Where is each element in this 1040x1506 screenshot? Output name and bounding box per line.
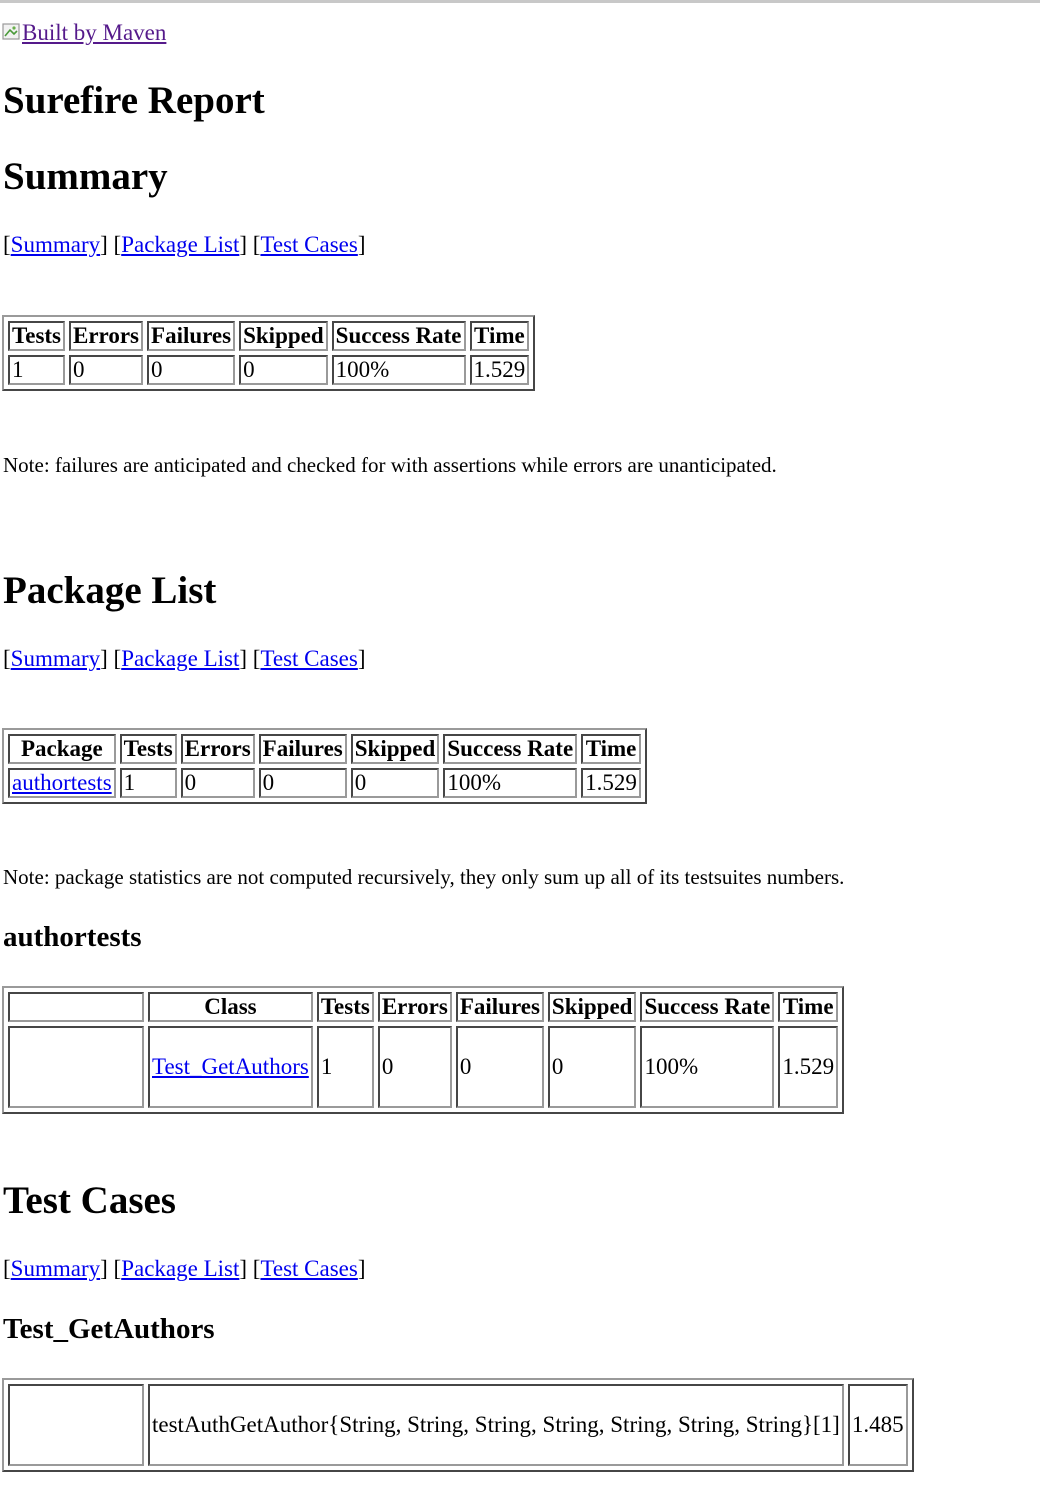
package-class-table: Class Tests Errors Failures Skipped Success R… <box>2 986 845 1114</box>
test-cases-heading: Test Cases <box>3 1179 176 1222</box>
column-header: Skipped <box>547 992 637 1022</box>
column-header: Errors <box>69 321 144 351</box>
table-cell: 1 <box>316 1026 374 1108</box>
column-header: Time <box>778 992 839 1022</box>
top-border <box>0 0 1040 3</box>
table-cell: 0 <box>547 1026 637 1108</box>
table-row: testAuthGetAuthor{String, String, String… <box>8 1384 908 1466</box>
column-header: Tests <box>316 992 374 1022</box>
table-cell: 1.529 <box>469 355 530 385</box>
table-cell: 100% <box>640 1026 775 1108</box>
section-nav-package-list: [Summary] [Package List] [Test Cases] <box>3 646 366 671</box>
package-list-heading: Package List <box>3 569 217 612</box>
nav-package-list-link[interactable]: Package List <box>121 646 239 671</box>
nav-summary-link[interactable]: Summary <box>11 1256 100 1281</box>
column-header: Tests <box>8 321 65 351</box>
nav-package-list-link[interactable]: Package List <box>121 232 239 257</box>
table-cell: authortests <box>8 768 116 798</box>
table-cell: 0 <box>239 355 328 385</box>
broken-image-icon <box>2 23 20 40</box>
summary-note: Note: failures are anticipated and check… <box>3 453 777 477</box>
table-cell: 100% <box>331 355 466 385</box>
section-nav-test-cases: [Summary] [Package List] [Test Cases] <box>3 1256 366 1281</box>
table-cell: 0 <box>180 768 255 798</box>
package-list-note: Note: package statistics are not compute… <box>3 865 845 889</box>
package-heading-authortests: authortests <box>3 921 142 953</box>
table-row: authortests 1 0 0 0 100% 1.529 <box>8 768 641 798</box>
test-class-heading: Test_GetAuthors <box>3 1313 215 1345</box>
column-header: Failures <box>455 992 544 1022</box>
table-cell: 1.485 <box>847 1384 908 1466</box>
table-cell: testAuthGetAuthor{String, String, String… <box>148 1384 844 1466</box>
table-cell: 0 <box>147 355 236 385</box>
column-header: Skipped <box>239 321 328 351</box>
table-cell: 0 <box>69 355 144 385</box>
table-cell: 100% <box>443 768 578 798</box>
column-header: Time <box>581 734 641 764</box>
table-row: Test_GetAuthors 1 0 0 0 100% 1.529 <box>8 1026 839 1108</box>
test-cases-table: testAuthGetAuthor{String, String, String… <box>2 1378 914 1472</box>
nav-summary-link[interactable]: Summary <box>11 646 100 671</box>
table-cell <box>8 1384 144 1466</box>
nav-summary-link[interactable]: Summary <box>11 232 100 257</box>
table-cell: 0 <box>350 768 440 798</box>
nav-package-list-link[interactable]: Package List <box>121 1256 239 1281</box>
column-header: Errors <box>180 734 255 764</box>
maven-badge-link[interactable]: Built by Maven <box>2 20 166 46</box>
package-list-table: Package Tests Errors Failures Skipped Success… <box>2 728 647 804</box>
column-header: Time <box>469 321 530 351</box>
summary-heading: Summary <box>3 155 168 198</box>
table-cell: Test_GetAuthors <box>148 1026 313 1108</box>
summary-table: Tests Errors Failures Skipped Success Rate Ti… <box>2 315 536 391</box>
column-header: Errors <box>377 992 452 1022</box>
column-header: Success Rate <box>640 992 775 1022</box>
table-cell-link[interactable]: Test_GetAuthors <box>152 1054 309 1079</box>
maven-badge-label: Built by Maven <box>22 20 167 45</box>
section-nav-summary: [Summary] [Package List] [Test Cases] <box>3 232 366 257</box>
table-header-row: Tests Errors Failures Skipped Success Rate Ti… <box>8 321 530 351</box>
table-cell: 1 <box>8 355 65 385</box>
column-header: Tests <box>119 734 177 764</box>
table-cell: 1.529 <box>581 768 641 798</box>
table-cell: 1 <box>119 768 177 798</box>
table-header-row: Class Tests Errors Failures Skipped Success R… <box>8 992 839 1022</box>
column-header: Failures <box>258 734 347 764</box>
table-cell-link[interactable]: authortests <box>12 770 112 795</box>
column-header: Failures <box>147 321 236 351</box>
table-cell: 0 <box>258 768 347 798</box>
column-header: Success Rate <box>331 321 466 351</box>
table-cell: 1.529 <box>778 1026 839 1108</box>
table-cell: 0 <box>377 1026 452 1108</box>
table-header-row: Package Tests Errors Failures Skipped Success… <box>8 734 641 764</box>
table-row: 1 0 0 0 100% 1.529 <box>8 355 530 385</box>
table-cell <box>8 1026 144 1108</box>
nav-test-cases-link[interactable]: Test Cases <box>260 232 357 257</box>
column-header: Success Rate <box>443 734 578 764</box>
column-header: Class <box>148 992 313 1022</box>
page-title: Surefire Report <box>3 79 265 122</box>
column-header: Skipped <box>350 734 440 764</box>
column-header <box>8 992 144 1022</box>
nav-test-cases-link[interactable]: Test Cases <box>260 646 357 671</box>
column-header: Package <box>8 734 116 764</box>
nav-test-cases-link[interactable]: Test Cases <box>260 1256 357 1281</box>
table-cell: 0 <box>455 1026 544 1108</box>
